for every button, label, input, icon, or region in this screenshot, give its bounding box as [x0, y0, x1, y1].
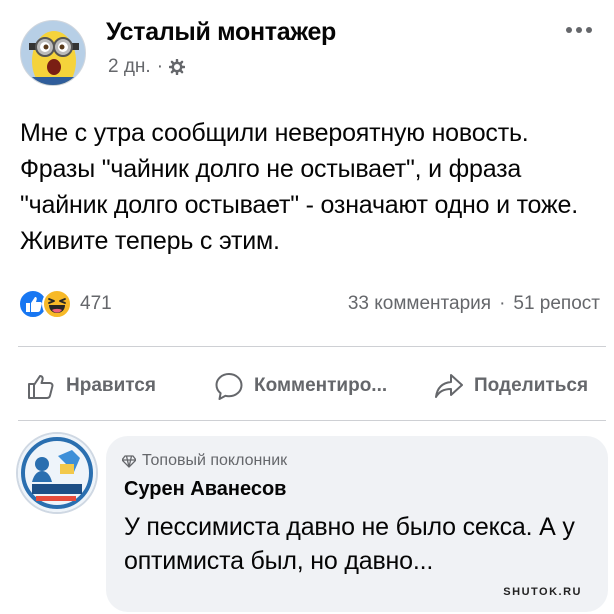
divider-top	[18, 346, 606, 347]
reaction-icons[interactable]	[18, 289, 72, 319]
speech-bubble-icon	[215, 373, 243, 400]
share-button[interactable]: Поделиться	[434, 371, 588, 401]
commenter-avatar[interactable]	[16, 432, 98, 514]
more-options-icon[interactable]	[564, 24, 594, 36]
comment-text: У пессимиста давно не было секса. А у оп…	[124, 513, 575, 575]
share-count[interactable]: 51 репост	[513, 293, 600, 315]
post-text: Мне с утра сообщили невероятную новость.…	[20, 119, 578, 255]
share-arrow-icon	[435, 374, 463, 398]
reaction-count[interactable]: 471	[80, 293, 112, 315]
share-label: Поделиться	[474, 375, 589, 396]
gear-icon[interactable]	[169, 59, 186, 75]
comment-bubble: Топовый поклонник Сурен Аванесов У песси…	[106, 436, 608, 612]
post-header: Усталый монтажер 2 дн. ·	[18, 14, 598, 88]
diamond-badge-icon	[122, 455, 136, 468]
post-time[interactable]: 2 дн.	[108, 56, 151, 78]
commenter-name[interactable]: Сурен Аванесов	[124, 478, 286, 501]
top-fan-badge: Топовый поклонник	[122, 452, 287, 470]
minion-avatar-icon	[21, 21, 85, 85]
reactions-row: 471 33 комментария · 51 репост	[18, 286, 606, 322]
haha-reaction-icon	[42, 289, 72, 319]
post-stats: 33 комментария · 51 репост	[348, 293, 600, 315]
action-bar: Нравится Комментиро... Поделиться	[18, 360, 614, 412]
like-label: Нравится	[66, 375, 156, 396]
author-avatar[interactable]	[20, 20, 86, 86]
author-name[interactable]: Усталый монтажер	[106, 18, 336, 47]
comment-label: Комментиро...	[254, 375, 388, 396]
comment-count[interactable]: 33 комментария	[348, 293, 491, 315]
like-button[interactable]: Нравится	[26, 371, 156, 401]
comment-button[interactable]: Комментиро...	[214, 371, 387, 401]
stats-separator: ·	[499, 293, 506, 314]
post-meta: 2 дн. ·	[108, 56, 186, 78]
watermark: SHUTOK.RU	[503, 586, 582, 598]
meta-separator: ·	[156, 56, 164, 77]
badge-label: Топовый поклонник	[142, 452, 288, 469]
thumbs-up-icon	[28, 375, 54, 399]
commenter-logo-icon	[18, 434, 96, 512]
divider-bottom	[18, 420, 606, 421]
